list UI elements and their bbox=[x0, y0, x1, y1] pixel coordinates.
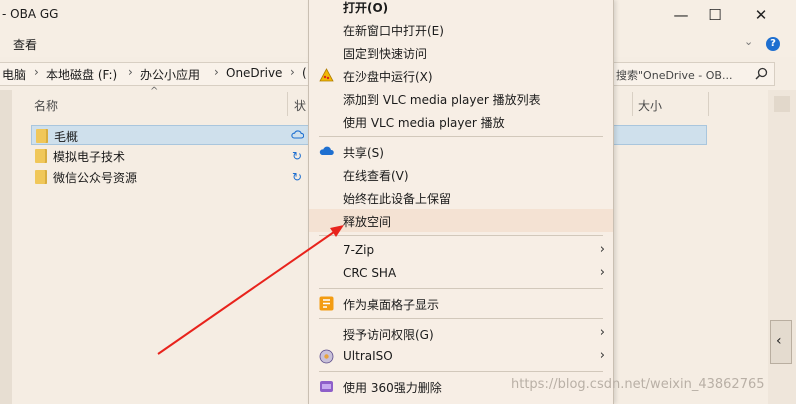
annotation-arrow bbox=[157, 225, 344, 355]
watermark: https://blog.csdn.net/weixin_43862765 bbox=[511, 377, 765, 392]
